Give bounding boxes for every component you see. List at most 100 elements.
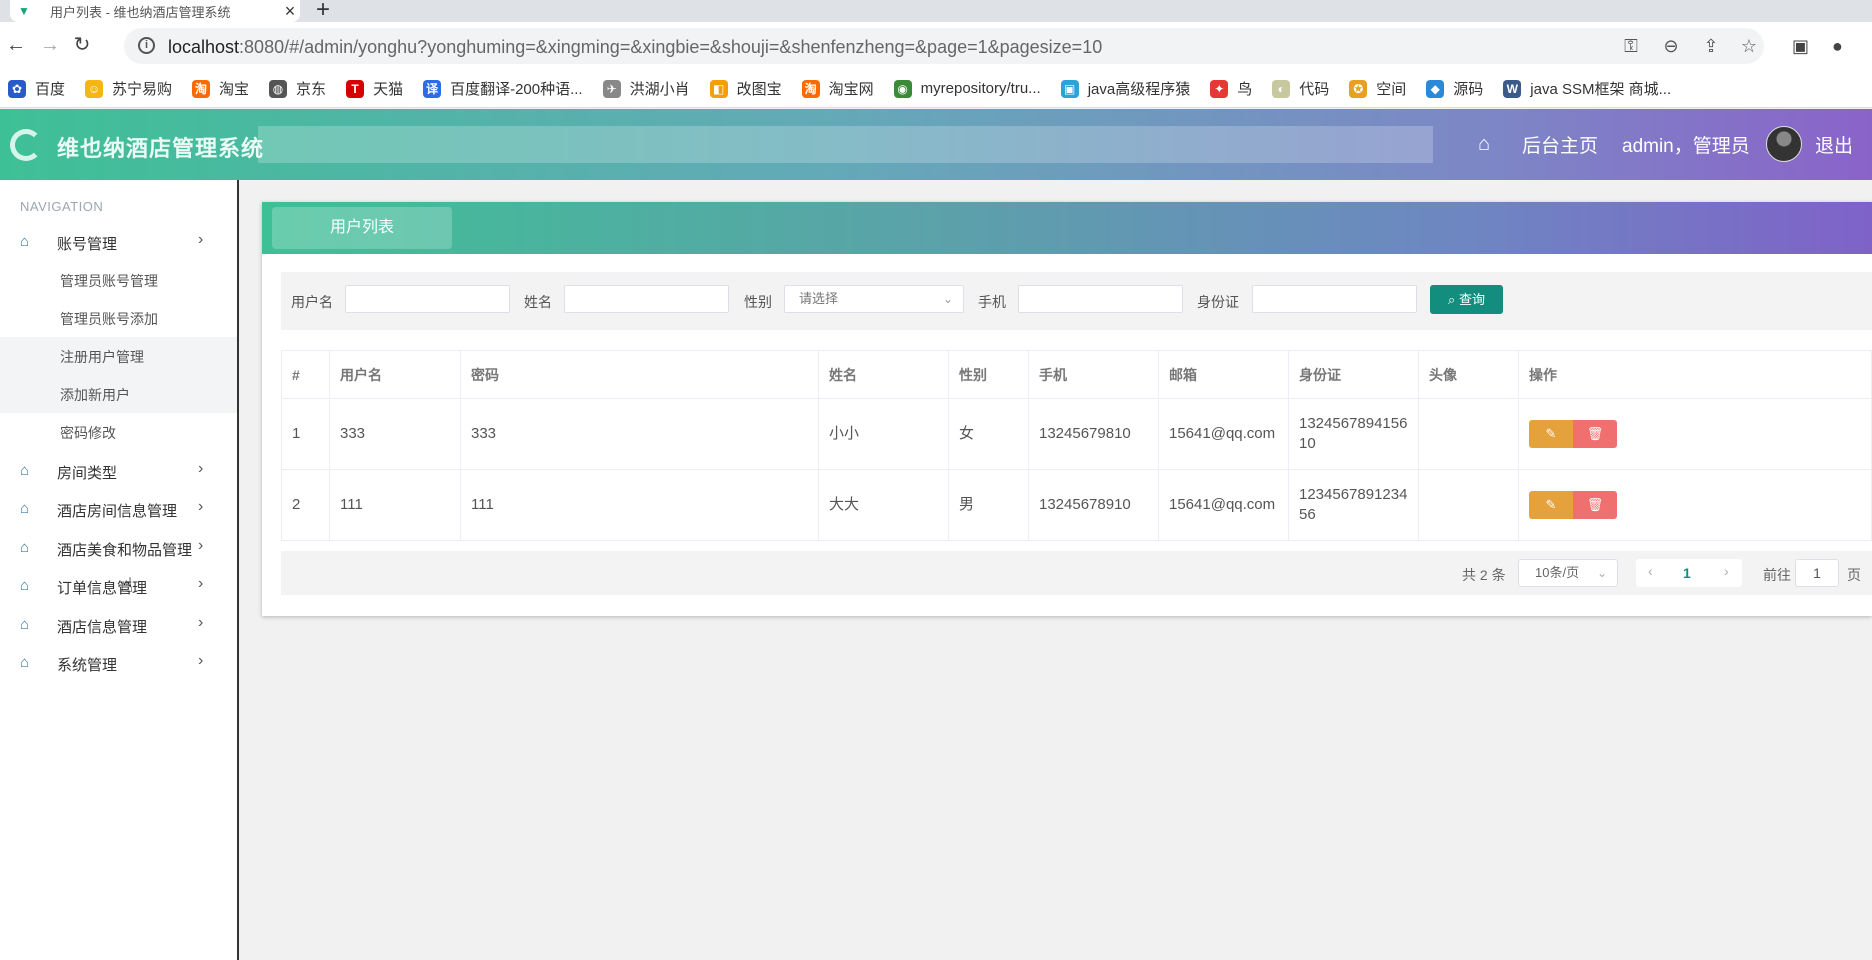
chevron-right-icon: › — [198, 613, 204, 631]
cell-phone: 13245678910 — [1028, 469, 1159, 541]
page-size-select[interactable]: 10条/页 ⌄ — [1518, 559, 1618, 587]
sidebar-item-label: 系统管理 — [57, 657, 118, 674]
sidebar-item-hotel-info[interactable]: ⌂ 酒店信息管理 › — [0, 605, 237, 644]
sidebar-subitem-label: 管理员账号添加 — [60, 310, 158, 327]
phone-input[interactable] — [1018, 285, 1183, 313]
sidebar-item-food-goods[interactable]: ⌂ 酒店美食和物品管理 › — [0, 528, 237, 567]
url-field[interactable]: i localhost:8080/#/admin/yonghu?yonghumi… — [124, 28, 1764, 64]
key-icon[interactable]: ⚿ — [1620, 36, 1642, 57]
search-button[interactable]: ⌕ 查询 — [1430, 285, 1503, 314]
bookmark-item[interactable]: 译百度翻译-200种语... — [423, 78, 583, 99]
reload-icon[interactable]: ↻ — [70, 34, 94, 56]
bookmark-item[interactable]: 淘淘宝网 — [801, 78, 874, 99]
sidebar-toggle-icon[interactable]: ▣ — [1792, 36, 1809, 57]
cell-name: 大大 — [818, 469, 949, 541]
chevron-right-icon[interactable]: › — [1724, 563, 1729, 579]
column-header: 头像 — [1418, 350, 1519, 399]
bookmark-label: 改图宝 — [736, 81, 782, 98]
sidebar: NAVIGATION ⌂ 账号管理 › 管理员账号管理 管理员账号添加 注册用户… — [0, 180, 239, 960]
gender-select[interactable]: 请选择 ⌄ — [784, 285, 964, 313]
info-icon[interactable]: i — [138, 37, 155, 54]
delete-button[interactable]: 🗑 — [1573, 491, 1617, 519]
gender-label: 性别 — [744, 294, 772, 310]
bookmark-item[interactable]: Wjava SSM框架 商城... — [1503, 78, 1671, 99]
sidebar-subitem-registered-users[interactable]: 注册用户管理 — [0, 336, 237, 375]
sidebar-subitem-add-user[interactable]: 添加新用户 — [0, 374, 237, 413]
sidebar-item-rooms[interactable]: ⌂ 酒店房间信息管理 › — [0, 489, 237, 528]
chevron-left-icon[interactable]: ‹ — [1648, 563, 1653, 579]
avatar[interactable] — [1766, 126, 1802, 162]
sidebar-subitem-admin-accounts[interactable]: 管理员账号管理 — [0, 261, 237, 299]
username-input[interactable] — [345, 285, 510, 313]
cell-avatar — [1418, 398, 1519, 470]
sidebar-item-orders[interactable]: ⌂ 订单信息管理 › — [0, 566, 237, 605]
bookmark-item[interactable]: ▣ java高级程序猿 — [1060, 78, 1191, 99]
cell-password: 111 — [460, 469, 819, 541]
bookmark-label: 苏宁易购 — [112, 81, 173, 98]
wordpress-icon: W — [1503, 79, 1522, 98]
sidebar-item-system[interactable]: ⌂ 系统管理 › — [0, 643, 237, 682]
bookmark-item[interactable]: ☺ 苏宁易购 — [85, 78, 172, 99]
sidebar-item-account[interactable]: ⌂ 账号管理 › — [0, 222, 237, 261]
bookmark-item[interactable]: ✿ 百度 — [8, 78, 65, 99]
bookmark-item[interactable]: T 天猫 — [346, 78, 403, 99]
profile-icon[interactable]: ● — [1832, 36, 1843, 57]
share-icon[interactable]: ⇪ — [1700, 36, 1722, 57]
bookmark-item[interactable]: 淘淘宝 — [192, 78, 249, 99]
user-list-panel: 用户列表 用户名 姓名 性别 请选择 ⌄ 手机 身份证 ⌕ 查询 # 用户名 密… — [262, 202, 1872, 616]
edit-button[interactable]: ✎ — [1529, 420, 1573, 448]
name-label: 姓名 — [524, 294, 552, 310]
tab-title: 用户列表 - 维也纳酒店管理系统 — [50, 4, 231, 20]
sidebar-subitem-add-admin[interactable]: 管理员账号添加 — [0, 299, 237, 337]
bookmark-item[interactable]: ✪ 空间 — [1349, 78, 1406, 99]
home-icon: ⌂ — [20, 461, 30, 479]
back-icon[interactable]: ← — [4, 34, 28, 56]
header-bar — [258, 126, 1433, 163]
nav-title: NAVIGATION — [20, 199, 104, 214]
goto-page-input[interactable]: 1 — [1795, 559, 1839, 587]
close-icon[interactable]: × — [280, 1, 300, 22]
delete-button[interactable]: 🗑 — [1573, 420, 1617, 448]
page-number[interactable]: 1 — [1683, 565, 1691, 581]
column-header: 操作 — [1518, 350, 1872, 399]
bookmark-item[interactable]: ◐ 代码 — [1272, 78, 1329, 99]
new-tab-icon[interactable]: + — [316, 0, 330, 24]
code-icon: ◐ — [1272, 79, 1291, 98]
zoom-out-icon[interactable]: ⊖ — [1660, 36, 1682, 57]
idcard-input[interactable] — [1252, 285, 1417, 313]
bookmark-item[interactable]: ✦ 鸟 — [1210, 78, 1252, 99]
bookmark-label: java高级程序猿 — [1087, 81, 1191, 98]
browser-tab[interactable]: ▼ 用户列表 - 维也纳酒店管理系统 × — [10, 0, 300, 22]
column-header: 邮箱 — [1158, 350, 1289, 399]
home-icon: ⌂ — [20, 233, 30, 250]
cell-email: 15641@qq.com — [1158, 469, 1289, 541]
docker-icon: ◆ — [1426, 79, 1445, 98]
home-link[interactable]: 后台主页 — [1522, 131, 1598, 158]
bookmark-item[interactable]: ◉ myrepository/tru... — [893, 79, 1041, 98]
search-form: 用户名 姓名 性别 请选择 ⌄ 手机 身份证 ⌕ 查询 — [281, 272, 1872, 330]
edit-button[interactable]: ✎ — [1529, 491, 1573, 519]
name-input[interactable] — [564, 285, 729, 313]
sidebar-item-room-types[interactable]: ⌂ 房间类型 › — [0, 451, 237, 490]
sidebar-item-label: 账号管理 — [57, 236, 118, 253]
cell-phone: 13245679810 — [1028, 398, 1159, 470]
sidebar-subitem-change-password[interactable]: 密码修改 — [0, 413, 237, 451]
logo-icon — [10, 129, 42, 161]
goto-label: 前往 — [1763, 567, 1791, 583]
home-icon[interactable]: ⌂ — [1478, 133, 1490, 156]
sidebar-item-label: 酒店美食和物品管理 — [57, 541, 193, 559]
bookmark-item[interactable]: ✈ 洪湖小肖 — [602, 78, 690, 99]
bookmark-item[interactable]: ◆ 源码 — [1426, 78, 1483, 99]
tab-user-list[interactable]: 用户列表 — [272, 207, 452, 249]
table-row: 2 111 111 大大 男 13245678910 15641@qq.com … — [281, 469, 1872, 541]
bookmark-star-icon[interactable]: ☆ — [1738, 36, 1760, 57]
chevron-down-icon: ⌄ — [942, 292, 953, 306]
bookmark-item[interactable]: ◍ 京东 — [269, 78, 326, 99]
bookmark-item[interactable]: ◧ 改图宝 — [709, 78, 782, 99]
forward-icon[interactable]: → — [38, 34, 62, 56]
bookmark-label: 百度翻译-200种语... — [450, 81, 583, 98]
user-label: admin，管理员 — [1622, 136, 1750, 157]
chevron-right-icon: › — [198, 231, 204, 248]
logout-button[interactable]: 退出 — [1815, 131, 1853, 158]
pagination-total: 共 2 条 — [1462, 567, 1506, 583]
